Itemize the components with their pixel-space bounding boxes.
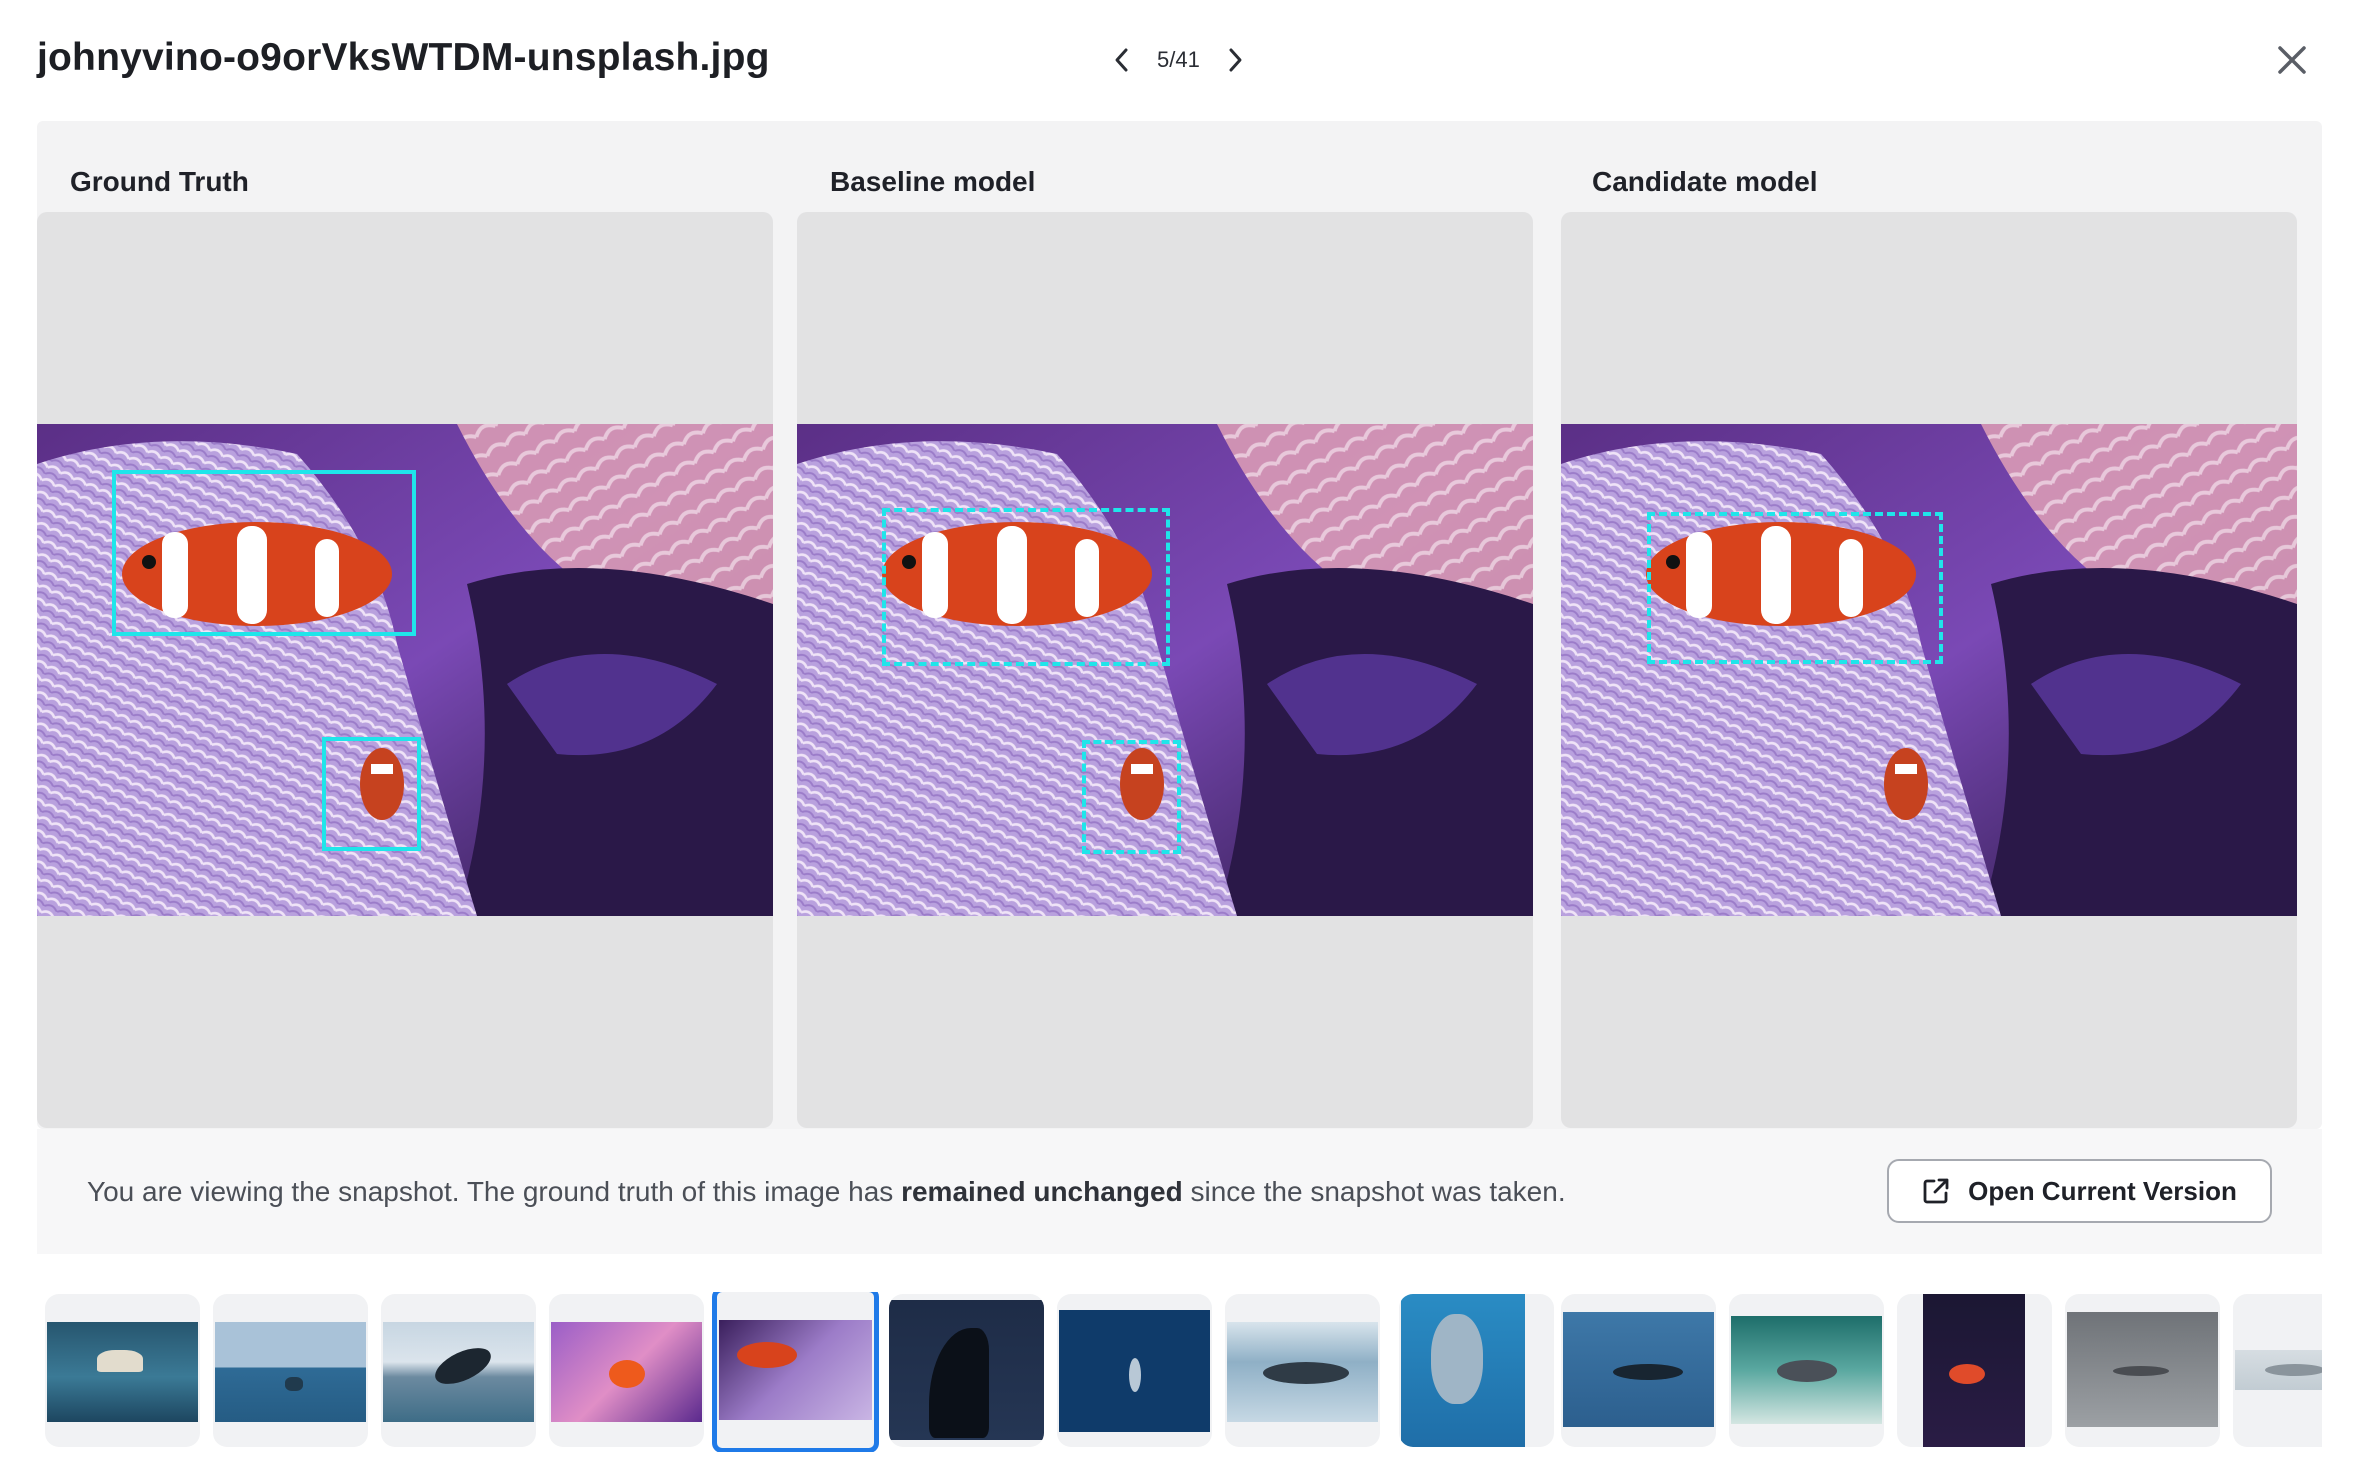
thumbnail-2[interactable] [213, 1294, 368, 1447]
baseline-bbox-clownfish[interactable] [882, 508, 1170, 666]
ground-truth-viewer[interactable] [37, 212, 773, 1128]
thumbnail-3[interactable] [381, 1294, 536, 1447]
chevron-left-icon [1115, 48, 1128, 72]
thumbnail-strip[interactable] [45, 1292, 2322, 1452]
close-button[interactable] [2270, 38, 2314, 82]
candidate-model-image [1561, 424, 2297, 916]
thumbnail-11[interactable] [1729, 1294, 1884, 1447]
image-filename: johnyvino-o9orVksWTDM-unsplash.jpg [37, 36, 770, 79]
close-icon [2278, 46, 2306, 74]
image-counter: 5/41 [1157, 47, 1200, 72]
thumbnail-12[interactable] [1897, 1294, 2052, 1447]
thumbnail-10[interactable] [1561, 1294, 1716, 1447]
baseline-model-title: Baseline model [830, 166, 1036, 197]
candidate-model-title: Candidate model [1592, 166, 1818, 197]
thumbnail-6[interactable] [889, 1294, 1044, 1447]
candidate-bbox-clownfish[interactable] [1647, 512, 1943, 664]
chevron-right-icon [1229, 48, 1242, 72]
gt-bbox-small-fish[interactable] [322, 737, 421, 851]
thumbnail-5-selected[interactable] [712, 1292, 879, 1452]
baseline-model-viewer[interactable] [797, 212, 1533, 1128]
thumbnail-4[interactable] [549, 1294, 704, 1447]
candidate-model-viewer[interactable] [1561, 212, 2297, 1128]
baseline-bbox-small-fish[interactable] [1082, 740, 1181, 854]
snapshot-notice-text: You are viewing the snapshot. The ground… [87, 1176, 1566, 1207]
thumbnail-7[interactable] [1057, 1294, 1212, 1447]
image-pager: 5/41 [1105, 38, 1252, 82]
thumbnail-1[interactable] [45, 1294, 200, 1447]
open-current-version-button[interactable]: Open Current Version [1887, 1159, 2272, 1223]
thumbnail-13[interactable] [2065, 1294, 2220, 1447]
external-link-icon [1923, 1178, 1949, 1204]
gt-bbox-clownfish[interactable] [112, 470, 416, 636]
thumbnail-14[interactable] [2233, 1294, 2322, 1447]
ground-truth-title: Ground Truth [70, 166, 249, 197]
next-image-button[interactable] [1218, 38, 1252, 82]
thumbnail-9[interactable] [1399, 1294, 1554, 1447]
open-current-version-label: Open Current Version [1968, 1175, 2237, 1206]
previous-image-button[interactable] [1105, 38, 1139, 82]
snapshot-notice: You are viewing the snapshot. The ground… [37, 1129, 2322, 1254]
thumbnail-8[interactable] [1225, 1294, 1380, 1447]
